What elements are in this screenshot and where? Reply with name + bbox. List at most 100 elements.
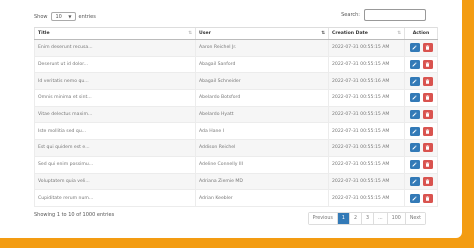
cell-user: Adeline Connelly III <box>195 156 329 174</box>
cell-user: Aaron Reichel Jr. <box>195 39 329 57</box>
cell-actions <box>404 39 438 57</box>
cell-date: 2022-07-31 00:55:15 AM <box>328 156 405 174</box>
column-header-title[interactable]: Title ⇅ <box>34 27 196 40</box>
cell-title: Id veritatis nemo qu... <box>34 72 196 91</box>
pagination-page[interactable]: 3 <box>361 213 374 224</box>
pencil-edit-icon <box>412 195 417 201</box>
delete-button[interactable] <box>422 110 433 120</box>
table-controls: Show 10 ▼ entries Search: <box>34 9 426 23</box>
search-control: Search: <box>341 9 426 21</box>
table-row: Voluptatem quia veli... Adriana Ziemie MD… <box>34 173 438 191</box>
delete-button[interactable] <box>422 93 433 103</box>
delete-button[interactable] <box>422 176 433 186</box>
entries-select-value: 10 <box>55 13 62 20</box>
edit-button[interactable] <box>409 60 420 70</box>
entries-select[interactable]: 10 ▼ <box>50 12 76 21</box>
sort-icon: ⇅ <box>188 31 192 36</box>
cell-user: Abelardo Botsford <box>195 89 329 107</box>
cell-title: Enim deserunt recusa... <box>34 39 196 57</box>
trash-icon <box>425 45 430 51</box>
cell-actions <box>404 139 438 157</box>
trash-icon <box>425 145 430 151</box>
table-row: Omnis minima et sint... Abelardo Botsford… <box>34 89 438 107</box>
cell-user: Adriana Ziemie MD <box>195 173 329 191</box>
table-row: Enim deserunt recusa... Aaron Reichel Jr.… <box>34 39 438 57</box>
table-row: Deserunt ut id dolor... Abagail Sanford 20… <box>34 56 438 74</box>
edit-button[interactable] <box>409 110 420 120</box>
delete-button[interactable] <box>422 126 433 136</box>
pagination-previous[interactable]: Previous <box>308 213 337 224</box>
row-actions <box>408 76 434 86</box>
pencil-edit-icon <box>412 145 417 150</box>
column-user-label: User <box>199 31 211 36</box>
delete-button[interactable] <box>422 76 433 86</box>
pencil-edit-icon <box>412 45 417 50</box>
search-input[interactable] <box>364 9 426 21</box>
delete-button[interactable] <box>422 160 433 170</box>
pagination-ellipsis: ... <box>373 213 387 224</box>
cell-user: Addison Reichel <box>195 139 329 157</box>
sort-ascending-icon: ⇅ <box>321 31 325 36</box>
row-actions <box>408 126 434 136</box>
data-table: Title ⇅ User ⇅ Creation Date ⇅ Action En… <box>34 27 438 207</box>
cell-actions <box>404 106 438 124</box>
pagination-next[interactable]: Next <box>404 213 425 224</box>
trash-icon <box>425 129 430 134</box>
cell-user: Abelardo Hyatt <box>195 106 329 124</box>
delete-button[interactable] <box>422 193 433 203</box>
edit-button[interactable] <box>409 126 420 136</box>
cell-actions <box>404 189 438 207</box>
cell-title: Vitae delectus maxim... <box>34 106 196 124</box>
column-header-user[interactable]: User ⇅ <box>195 27 329 40</box>
cell-actions <box>404 173 438 191</box>
table-row: Id veritatis nemo qu... Abagail Schneider… <box>34 72 438 91</box>
cell-date: 2022-07-31 00:55:15 AM <box>328 39 405 57</box>
column-header-date[interactable]: Creation Date ⇅ <box>328 27 405 40</box>
entries-label: entries <box>78 13 96 20</box>
row-actions <box>408 93 434 103</box>
delete-button[interactable] <box>422 60 433 70</box>
cell-title: Deserunt ut id dolor... <box>34 56 196 74</box>
edit-button[interactable] <box>409 43 420 53</box>
cell-user: Adrian Keebler <box>195 189 329 207</box>
edit-button[interactable] <box>409 176 420 186</box>
row-actions <box>408 110 434 120</box>
cell-actions <box>404 56 438 74</box>
pagination: Previous 1 2 3... 100 Next <box>307 212 426 225</box>
edit-button[interactable] <box>409 160 420 170</box>
pagination-page[interactable]: 100 <box>386 213 405 224</box>
row-actions <box>408 160 434 170</box>
cell-title: Sed qui enim possimu... <box>34 156 196 174</box>
pencil-edit-icon <box>412 162 417 167</box>
pagination-page[interactable]: 1 <box>336 213 349 224</box>
trash-icon <box>425 179 430 184</box>
cell-user: Abagail Sanford <box>195 56 329 74</box>
delete-button[interactable] <box>422 43 433 53</box>
cell-title: Voluptatem quia veli... <box>34 173 196 191</box>
table-header-row: Title ⇅ User ⇅ Creation Date ⇅ Action <box>34 27 438 40</box>
delete-button[interactable] <box>422 143 433 153</box>
chevron-down-icon: ▼ <box>68 14 72 19</box>
row-actions <box>408 176 434 186</box>
cell-date: 2022-07-31 00:55:15 AM <box>328 139 405 157</box>
edit-button[interactable] <box>409 143 420 153</box>
search-label: Search: <box>341 12 360 18</box>
cell-date: 2022-07-31 00:55:16 AM <box>328 72 405 91</box>
column-date-label: Creation Date <box>332 31 368 36</box>
pencil-edit-icon <box>412 95 417 100</box>
pencil-edit-icon <box>412 79 417 84</box>
pencil-edit-icon <box>412 112 417 117</box>
trash-icon <box>425 95 430 101</box>
edit-button[interactable] <box>409 93 420 103</box>
cell-title: Est qui quidem est e... <box>34 139 196 157</box>
cell-actions <box>404 72 438 91</box>
cell-date: 2022-07-31 00:55:15 AM <box>328 89 405 107</box>
table-row: Iste mollitia sed qu... Ada Hane I 2022-07… <box>34 122 438 141</box>
trash-icon <box>425 162 430 167</box>
datatable-card: Show 10 ▼ entries Search: Title ⇅ User ⇅ <box>0 0 462 238</box>
row-actions <box>408 143 434 153</box>
table-row: Cupiditate rerum num... Adrian Keebler 202… <box>34 189 438 207</box>
edit-button[interactable] <box>409 193 420 203</box>
edit-button[interactable] <box>409 76 420 86</box>
pagination-page[interactable]: 2 <box>348 213 362 224</box>
